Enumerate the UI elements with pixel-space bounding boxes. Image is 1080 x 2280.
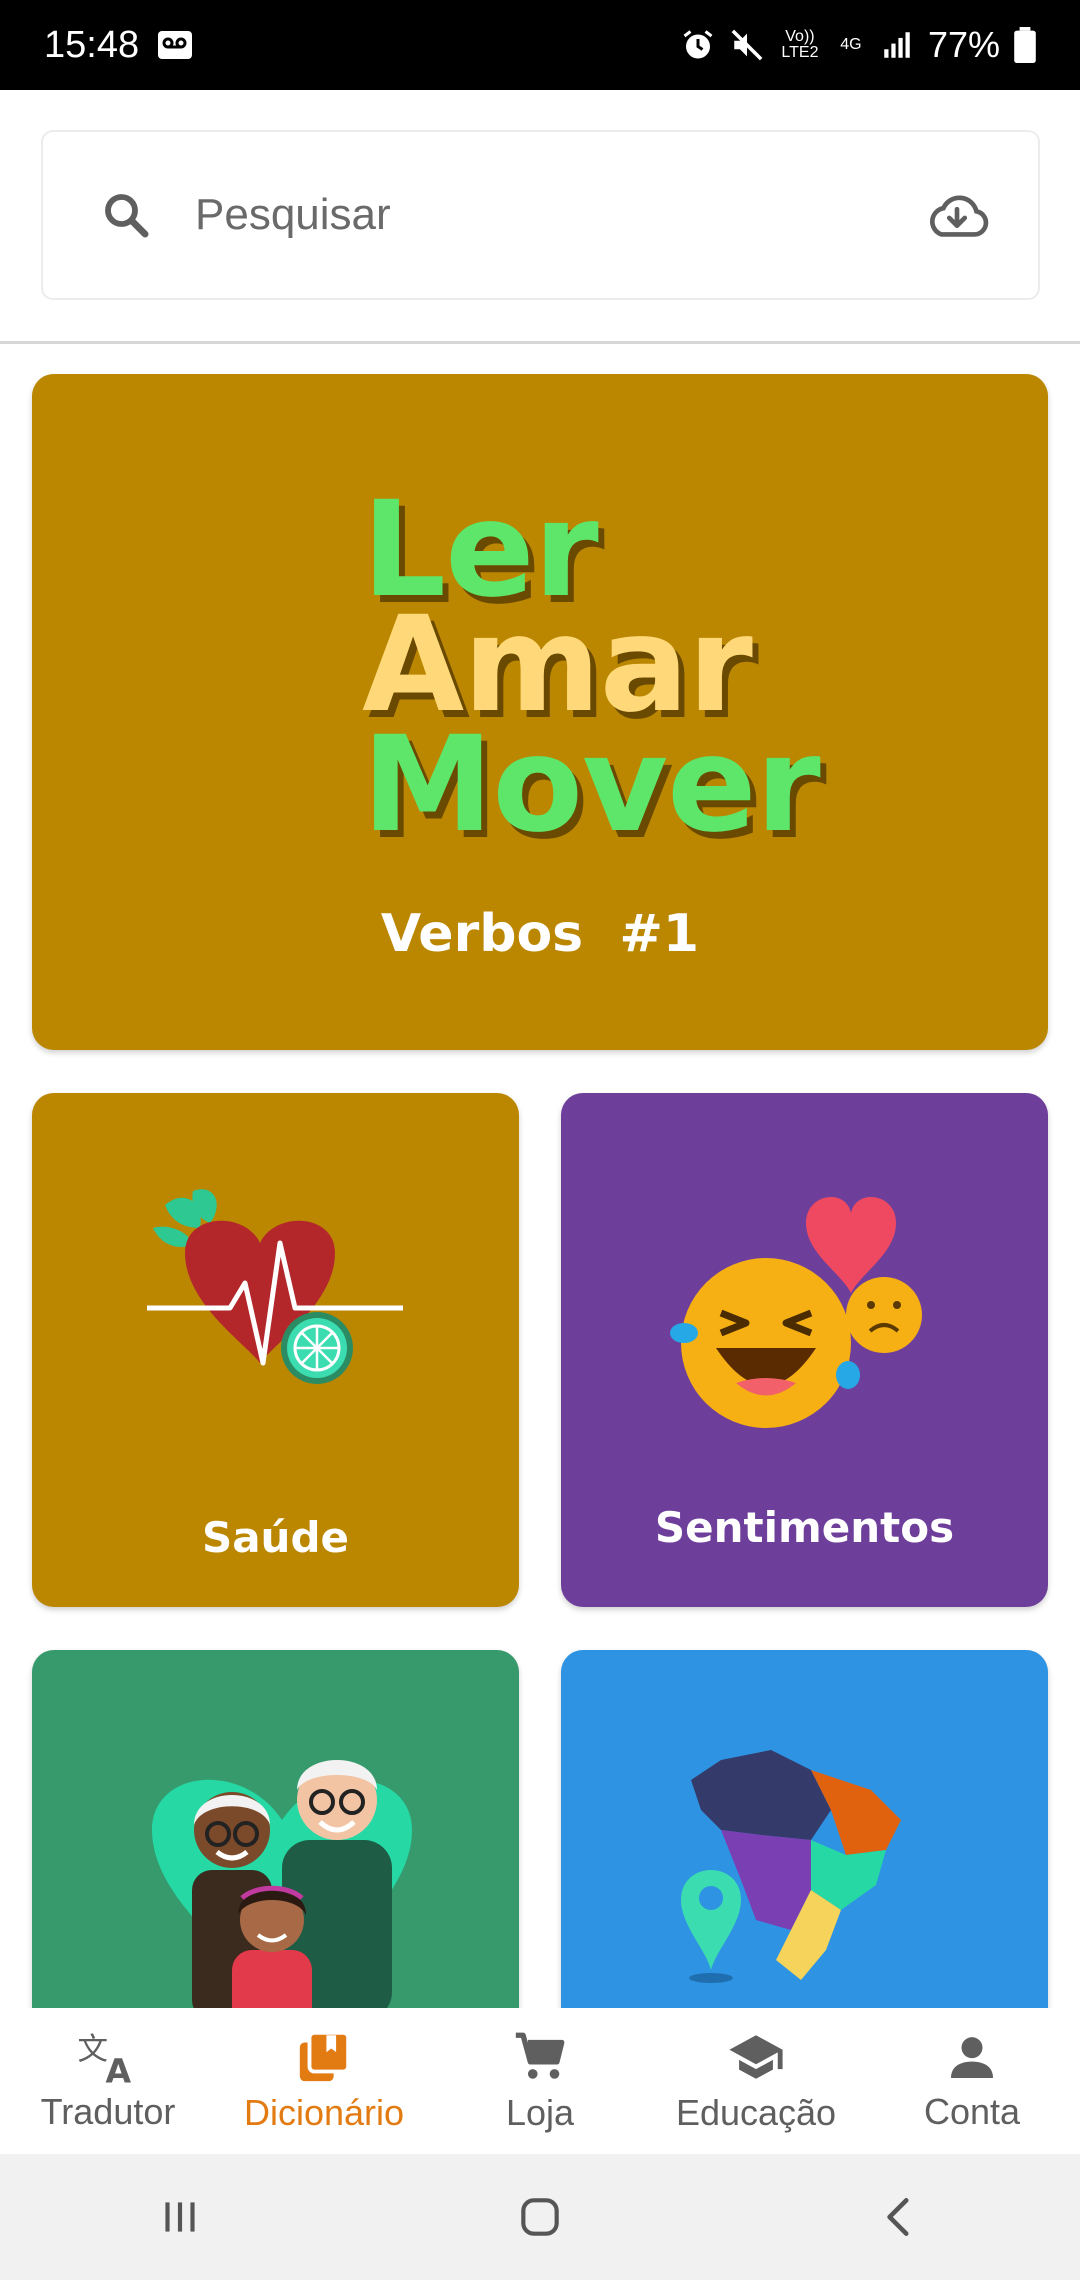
voicemail-icon bbox=[158, 31, 193, 59]
nav-dicionario[interactable]: Dicionário bbox=[216, 2008, 432, 2154]
status-bar: 15:48 Vo)) LTE2 4G 77% bbox=[0, 0, 1080, 90]
hero-subtitle: Verbos #1 bbox=[380, 904, 700, 964]
nav-label-tradutor: Tradutor bbox=[40, 2091, 176, 2132]
emoji-feelings-icon bbox=[670, 1196, 922, 1428]
nav-loja[interactable]: Loja bbox=[432, 2008, 648, 2154]
back-icon[interactable] bbox=[875, 2192, 925, 2242]
dictionary-icon bbox=[299, 2030, 351, 2082]
person-icon bbox=[951, 2037, 993, 2078]
battery-percent: 77% bbox=[927, 24, 1000, 65]
svg-text:文: 文 bbox=[77, 2033, 108, 2068]
nav-label-educacao: Educação bbox=[675, 2092, 837, 2133]
cloud-download-icon[interactable] bbox=[924, 190, 990, 240]
tile-brazil-map[interactable] bbox=[561, 1650, 1048, 2008]
status-time: 15:48 bbox=[44, 23, 140, 66]
nav-label-dicionario: Dicionário bbox=[243, 2092, 405, 2133]
nav-label-loja: Loja bbox=[505, 2092, 575, 2133]
search-placeholder: Pesquisar bbox=[195, 190, 391, 239]
tile-label-sentimentos: Sentimentos bbox=[654, 1503, 955, 1552]
alarm-icon bbox=[683, 30, 713, 59]
translate-icon: 文A bbox=[77, 2033, 131, 2085]
tile-label-saude: Saúde bbox=[201, 1513, 350, 1562]
bottom-nav: 文A Tradutor Dicionário Loja Educação Con… bbox=[0, 2008, 1080, 2154]
family-icon bbox=[152, 1760, 412, 2008]
tile-family[interactable] bbox=[32, 1650, 519, 2008]
tile-saude[interactable]: Saúde bbox=[32, 1093, 519, 1607]
search-area: Pesquisar bbox=[0, 90, 1080, 344]
brazil-map-icon bbox=[681, 1750, 901, 1983]
recent-apps-icon[interactable] bbox=[155, 2192, 205, 2242]
hero-card-verbos[interactable]: Ler Amar Mover Verbos #1 bbox=[32, 374, 1048, 1050]
svg-text:A: A bbox=[105, 2051, 131, 2085]
heart-health-icon bbox=[147, 1189, 403, 1384]
volte-indicator: Vo)) LTE2 bbox=[781, 28, 819, 61]
network-type: 4G bbox=[840, 36, 862, 53]
home-icon[interactable] bbox=[515, 2192, 565, 2242]
content-scroll[interactable]: Ler Amar Mover Verbos #1 Saúde Sentiment… bbox=[0, 344, 1080, 2008]
school-icon bbox=[729, 2035, 783, 2079]
search-icon bbox=[105, 194, 149, 238]
tile-sentimentos[interactable]: Sentimentos bbox=[561, 1093, 1048, 1607]
signal-icon bbox=[884, 32, 910, 58]
hero-line-3: Mover bbox=[362, 708, 821, 862]
nav-label-conta: Conta bbox=[923, 2091, 1021, 2132]
nav-tradutor[interactable]: 文A Tradutor bbox=[0, 2008, 216, 2154]
system-nav-bar bbox=[0, 2154, 1080, 2280]
mute-icon bbox=[731, 29, 763, 61]
battery-icon bbox=[1014, 27, 1036, 63]
cart-icon bbox=[515, 2032, 565, 2079]
nav-conta[interactable]: Conta bbox=[864, 2008, 1080, 2154]
search-input[interactable]: Pesquisar bbox=[41, 130, 1040, 300]
nav-educacao[interactable]: Educação bbox=[648, 2008, 864, 2154]
